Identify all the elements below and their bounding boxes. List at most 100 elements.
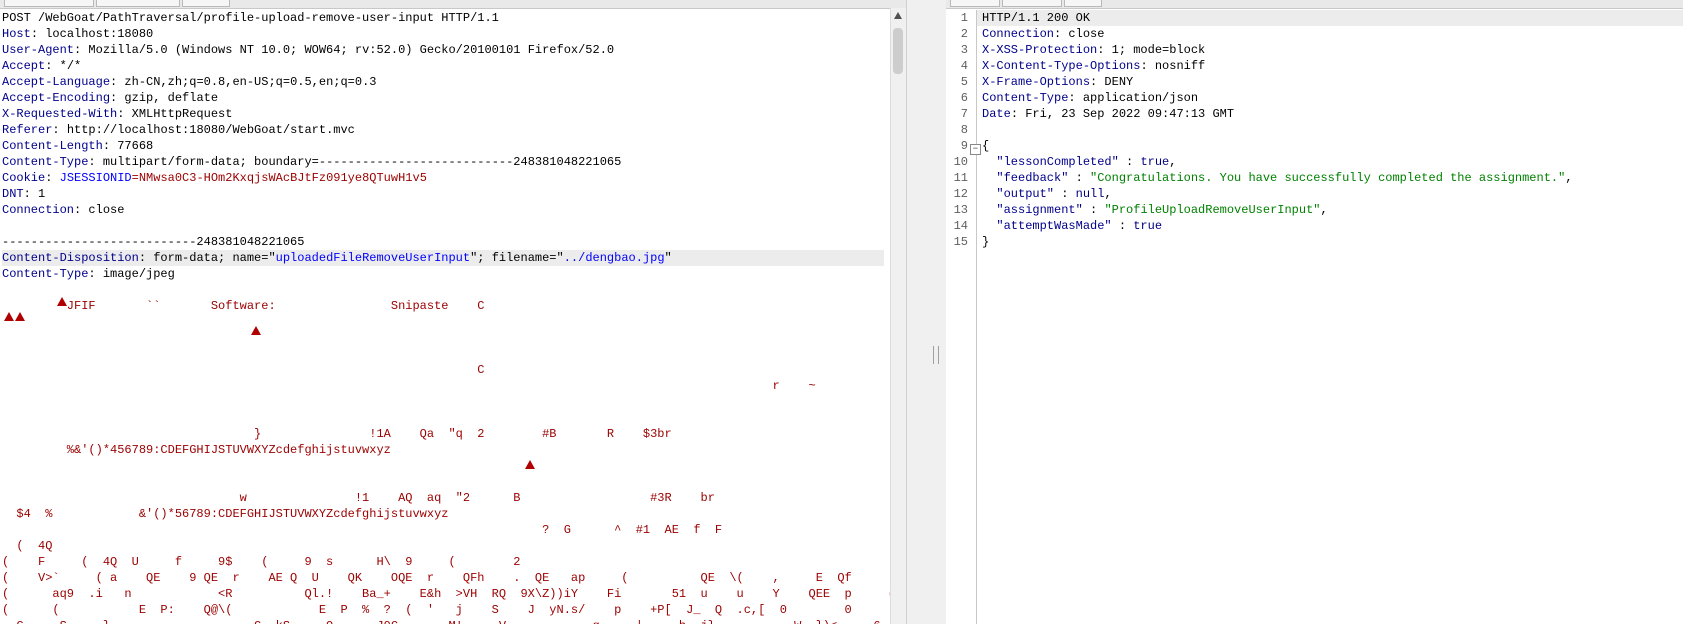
response-token: X-XSS-Protection [982,43,1098,57]
tab-params[interactable] [96,0,180,7]
response-token: { [982,139,990,153]
header-value: http://localhost:18080/WebGoat/start.mvc [59,123,355,137]
response-token: : DENY [1090,75,1134,89]
request-header: Accept-Language: zh-CN,zh;q=0.8,en-US;q=… [2,75,377,89]
header-name: Content-Type [2,155,89,169]
marker-icon [57,297,67,306]
request-header: Host: localhost:18080 [2,27,154,41]
line-number: 11 [953,171,968,185]
line-number: 15 [953,235,968,249]
response-token: "lessonCompleted" [982,155,1119,169]
header-name: Content-Length [2,139,103,153]
header-value: gzip, deflate [117,91,219,105]
response-line: "feedback" : "Congratulations. You have … [977,170,1683,186]
binary-line: r ~ [2,379,816,393]
binary-line [2,474,884,490]
binary-line: ( ( E P: Q@\( E P % ? ( ' j S J yN.s/ p … [2,603,906,617]
request-line: POST /WebGoat/PathTraversal/profile-uplo… [2,11,499,25]
request-editor-pane[interactable]: POST /WebGoat/PathTraversal/profile-uplo… [0,0,906,624]
response-token: : close [1054,27,1105,41]
request-header: Referer: http://localhost:18080/WebGoat/… [2,123,355,137]
header-value: Mozilla/5.0 (Windows NT 10.0; WOW64; rv:… [81,43,615,57]
binary-line: JFIF `` Software: Snipaste C [2,299,485,313]
response-token: } [982,235,990,249]
response-token: X-Content-Type-Options [982,59,1141,73]
response-token: , [1104,187,1112,201]
line-number: 1 [960,11,968,25]
response-token: "output" [982,187,1055,201]
response-token: Date [982,107,1011,121]
tab-headers[interactable] [182,0,230,7]
marker-icon [4,312,14,321]
response-line: HTTP/1.1 200 OK [977,10,1683,26]
response-editor-pane[interactable]: 1 2 3 4 5 6 7 8 9 10 11 12 13 14 15 − HTTP/1.1 200 OK C… [946,0,1683,624]
response-token: : [1082,203,1105,217]
binary-line: C [2,363,485,377]
cookie-key: JSESSIONID [52,171,132,185]
request-header: Accept: */* [2,59,82,73]
binary-line [2,410,884,426]
header-value: multipart/form-data; boundary=----------… [95,155,622,169]
tab-raw[interactable] [4,0,94,7]
response-token: Connection [982,27,1055,41]
request-text[interactable]: POST /WebGoat/PathTraversal/profile-uplo… [2,10,906,624]
response-text[interactable]: HTTP/1.1 200 OK Connection: close X-XSS-Pr… [977,10,1683,250]
binary-line: ? G ^ #1 AE f F [2,523,723,537]
response-token: "ProfileUploadRemoveUserInput" [1104,203,1321,217]
splitter-grip-icon[interactable] [933,346,939,364]
response-token: "Congratulations. You have successfully … [1090,171,1566,185]
tab-raw[interactable] [950,0,1000,7]
binary-line: ( aq9 .i n <R Ql.! Ba_+ E&h >VH RQ 9X\Z)… [2,587,906,601]
binary-line: ( 4Q [2,539,53,553]
pane-splitter[interactable] [906,0,948,624]
response-token: : [1111,219,1134,233]
request-header: Content-Length: 77668 [2,139,154,153]
tab-headers[interactable] [1002,0,1062,7]
response-token: : 1; mode=block [1097,43,1206,57]
binary-line: ( F ( 4Q U f 9$ ( 9 s H\ 9 ( 2 [2,555,521,569]
binary-line: ( V>` ( a QE 9 QE r AE Q U QK OQE r QFh … [2,571,852,585]
binary-line [2,314,884,330]
response-line [977,122,1683,138]
line-number-gutter: 1 2 3 4 5 6 7 8 9 10 11 12 13 14 15 − [946,10,981,624]
response-line: "output" : null, [977,186,1683,202]
header-name: Accept-Language [2,75,111,89]
header-value: zh-CN,zh;q=0.8,en-US;q=0.5,en;q=0.3 [117,75,377,89]
binary-line: G S } _ G kS O J9C M! V g | _ h j} W })<… [2,618,884,624]
line-number: 2 [960,27,968,41]
marker-icon [251,326,261,335]
header-name: X-Requested-With [2,107,118,121]
binary-line: %&'()*456789:CDEFGHIJSTUVWXYZcdefghijstu… [2,443,391,457]
multipart-boundary: ---------------------------2483810482210… [2,235,305,249]
response-token: Content-Type [982,91,1069,105]
response-token: : nosniff [1140,59,1206,73]
line-number: 8 [960,123,968,137]
tab-hex[interactable] [1064,0,1102,7]
response-token: "assignment" [982,203,1083,217]
header-name: Accept [2,59,46,73]
request-header: X-Requested-With: XMLHttpRequest [2,107,233,121]
response-line: Connection: close [977,26,1683,42]
response-token: true [1140,155,1170,169]
request-tab-strip [0,0,906,9]
line-number: 5 [960,75,968,89]
header-name: User-Agent [2,43,75,57]
response-token: X-Frame-Options [982,75,1091,89]
response-token: : application/json [1068,91,1199,105]
response-line: } [977,234,1683,250]
header-name: Accept-Encoding [2,91,111,105]
upload-filename: ../dengbao.jpg [563,251,665,265]
cookie-value: =NMwsa0C3-HOm2KxqjsWAcBJtFz091ye8QTuwH1v… [131,171,427,185]
request-scrollbar[interactable] [890,8,906,624]
response-token: , [1320,203,1328,217]
request-headers: Host: localhost:18080 User-Agent: Mozilla… [2,26,884,170]
scroll-thumb[interactable] [893,28,903,74]
response-line: "assignment" : "ProfileUploadRemoveUserI… [977,202,1683,218]
response-token: true [1133,219,1163,233]
scroll-up-icon[interactable] [894,12,902,19]
binary-line [2,394,884,410]
header-value: 77668 [110,139,154,153]
header-name: Host [2,27,31,41]
